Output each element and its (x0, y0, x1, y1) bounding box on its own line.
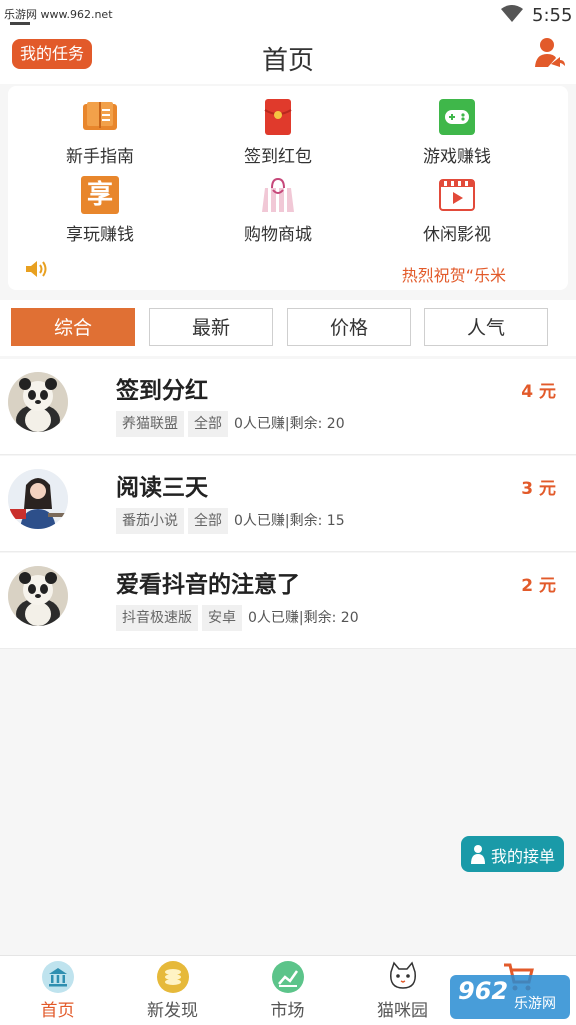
grid-label-play: 享玩赚钱 (66, 225, 134, 245)
film-icon (439, 179, 475, 211)
nav-market[interactable]: 市场 (230, 956, 345, 1025)
grid-item-game[interactable]: 游戏赚钱 (387, 98, 527, 167)
task-tag-device: 全部 (188, 411, 228, 437)
nav-label-market: 市场 (270, 1001, 305, 1021)
task-meta: 0人已赚|剩余: 15 (234, 513, 345, 529)
wifi-icon (501, 5, 523, 22)
task-row[interactable]: 爱看抖音的注意了 2 元 抖音极速版 安卓 0人已赚|剩余: 20 (0, 553, 576, 649)
task-tag-platform: 养猫联盟 (116, 411, 184, 437)
watermark-small: 乐游网 (514, 996, 556, 1012)
red-envelope-icon (264, 99, 292, 135)
task-price: 3 元 (521, 479, 556, 499)
grid-label-shop: 购物商城 (244, 225, 312, 245)
gamepad-icon (439, 99, 475, 135)
grid-item-shop[interactable]: 购物商城 (208, 176, 348, 245)
speaker-icon (26, 261, 47, 277)
tab-price[interactable]: 价格 (287, 308, 411, 346)
woman-avatar (8, 469, 68, 529)
grid-label-guide: 新手指南 (66, 147, 134, 167)
panda-avatar (8, 566, 68, 626)
task-title: 爱看抖音的注意了 (116, 572, 300, 598)
my-orders-label: 我的接单 (491, 847, 556, 866)
task-tag-device: 全部 (188, 508, 228, 534)
nav-label-discover: 新发现 (147, 1001, 198, 1021)
task-title: 阅读三天 (116, 475, 208, 501)
task-tag-platform: 番茄小说 (116, 508, 184, 534)
task-tag-platform: 抖音极速版 (116, 605, 198, 631)
sort-tabs: 综合 最新 价格 人气 (0, 300, 576, 356)
task-meta: 0人已赚|剩余: 20 (248, 610, 359, 626)
nav-label-cat-garden: 猫咪园 (377, 1001, 428, 1021)
status-time: 5:55 (532, 5, 573, 26)
grid-label-game: 游戏赚钱 (423, 147, 491, 167)
grid-item-checkin[interactable]: 签到红包 (208, 98, 348, 167)
cat-icon (390, 961, 416, 989)
tab-popularity[interactable]: 人气 (424, 308, 548, 346)
xiang-icon: 享 (81, 176, 119, 214)
task-price: 4 元 (521, 382, 556, 402)
person-icon (471, 845, 485, 864)
task-title: 签到分红 (116, 378, 208, 404)
nav-label-home: 首页 (40, 1001, 75, 1021)
status-watermark: 乐游网 www.962.net (4, 8, 113, 21)
task-row[interactable]: 阅读三天 3 元 番茄小说 全部 0人已赚|剩余: 15 (0, 456, 576, 552)
task-meta: 0人已赚|剩余: 20 (234, 416, 345, 432)
task-row[interactable]: 签到分红 4 元 养猫联盟 全部 0人已赚|剩余: 20 (0, 359, 576, 455)
user-share-icon[interactable] (534, 36, 566, 70)
page-title: 首页 (261, 46, 314, 76)
nav-cat-garden[interactable]: 猫咪园 (345, 956, 460, 1025)
header: 我的任务 首页 (0, 32, 576, 84)
nav-home[interactable]: 首页 (0, 956, 115, 1025)
function-grid: 新手指南 签到红包 游戏赚钱 享 享玩赚钱 购物商城 休闲影视 热烈祝贺“乐米 (8, 86, 568, 290)
bank-icon (42, 961, 74, 993)
grid-label-film: 休闲影视 (423, 225, 491, 245)
grid-item-guide[interactable]: 新手指南 (30, 98, 170, 167)
task-tag-device: 安卓 (202, 605, 242, 631)
my-orders-button[interactable]: 我的接单 (461, 836, 564, 872)
grid-item-film[interactable]: 休闲影视 (387, 176, 527, 245)
task-price: 2 元 (521, 576, 556, 596)
site-watermark-logo: 962 乐游网 (450, 975, 570, 1019)
nav-discover[interactable]: 新发现 (115, 956, 230, 1025)
grid-label-checkin: 签到红包 (244, 147, 312, 167)
chart-icon (272, 961, 304, 993)
announcement-text[interactable]: 热烈祝贺“乐米 (402, 262, 506, 286)
tab-latest[interactable]: 最新 (149, 308, 273, 346)
shopping-bag-icon (262, 177, 294, 212)
tab-comprehensive[interactable]: 综合 (11, 308, 135, 346)
watermark-big: 962 (458, 977, 509, 1005)
status-line (10, 22, 30, 25)
coins-icon (157, 961, 189, 993)
status-bar: 乐游网 www.962.net 5:55 (0, 0, 576, 32)
panda-avatar (8, 372, 68, 432)
book-icon (83, 102, 117, 130)
grid-item-play[interactable]: 享 享玩赚钱 (30, 176, 170, 245)
